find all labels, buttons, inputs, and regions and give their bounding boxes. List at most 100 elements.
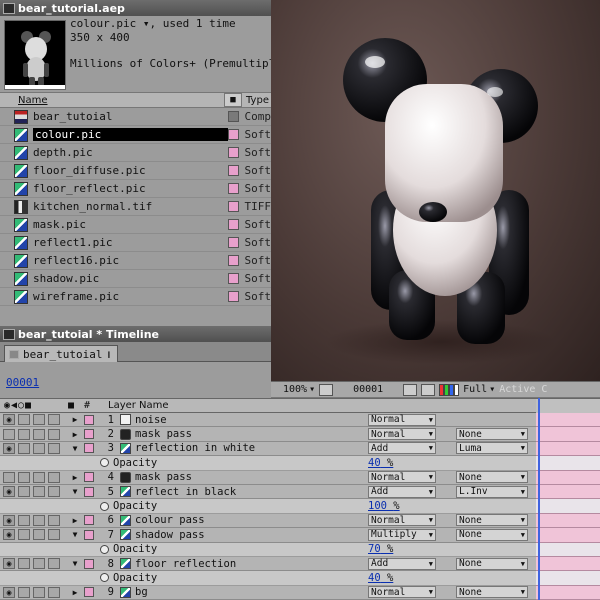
video-switch[interactable]	[3, 471, 15, 483]
triangle-right-icon[interactable]: ▶	[70, 415, 80, 424]
lock-switch[interactable]	[48, 514, 60, 526]
track-matte-dropdown[interactable]: L.Inv ▼	[456, 485, 528, 498]
eye-icon[interactable]: ◉	[3, 514, 15, 526]
audio-switch[interactable]	[18, 442, 30, 454]
resolution-dropdown[interactable]: Full ▾	[463, 384, 495, 395]
layer-row[interactable]: ◉ ▼ 5 reflect in black Add ▼ L.Inv ▼	[0, 484, 536, 500]
layer-name[interactable]: reflection in white	[135, 442, 355, 454]
property-track[interactable]	[536, 542, 600, 557]
layer-name[interactable]: noise	[135, 414, 355, 426]
layer-duration-bar[interactable]	[536, 528, 600, 543]
current-time-field[interactable]: 00001	[337, 384, 399, 395]
eye-icon[interactable]: ◉	[3, 414, 15, 426]
opacity-number[interactable]: 40	[368, 572, 381, 584]
track-matte-dropdown[interactable]: None ▼	[456, 428, 528, 441]
layer-name[interactable]: reflect in black	[135, 486, 355, 498]
opacity-number[interactable]: 100	[368, 500, 387, 512]
label-color-swatch[interactable]	[227, 129, 239, 140]
label-color-swatch[interactable]	[227, 273, 239, 284]
audio-switch[interactable]	[18, 414, 30, 426]
lock-switch[interactable]	[48, 442, 60, 454]
project-item[interactable]: reflect16.pic Soft	[0, 252, 271, 270]
audio-switch[interactable]	[18, 558, 30, 570]
opacity-value[interactable]: 70 %	[368, 543, 393, 555]
layer-duration-bar[interactable]	[536, 413, 600, 428]
layer-duration-bar[interactable]	[536, 470, 600, 485]
time-ruler[interactable]	[536, 398, 600, 413]
eye-icon[interactable]: ◉	[3, 442, 15, 454]
stopwatch-icon[interactable]	[100, 458, 109, 468]
solo-switch[interactable]	[33, 428, 45, 440]
tab-bear-tutoial[interactable]: bear_tutoial ❙	[4, 345, 119, 362]
layer-row[interactable]: ◉ ▶ 6 colour pass Normal ▼ None ▼	[0, 513, 536, 529]
track-matte-dropdown[interactable]: None ▼	[456, 514, 528, 527]
triangle-down-icon[interactable]: ▼	[70, 487, 80, 496]
project-item[interactable]: mask.pic Soft	[0, 216, 271, 234]
close-icon[interactable]: ❙	[106, 350, 111, 359]
layer-row[interactable]: ◉ ▼ 3 reflection in white Add ▼ Luma ▼	[0, 441, 536, 457]
project-item[interactable]: kitchen_normal.tif TIFF	[0, 198, 271, 216]
blend-mode-dropdown[interactable]: Normal ▼	[368, 471, 436, 484]
stopwatch-icon[interactable]	[100, 501, 109, 511]
type-column-header[interactable]: Type	[246, 95, 269, 106]
opacity-number[interactable]: 70	[368, 543, 381, 555]
blend-mode-dropdown[interactable]: Normal ▼	[368, 586, 436, 599]
lock-switch[interactable]	[48, 428, 60, 440]
project-titlebar[interactable]: bear_tutorial.aep	[0, 0, 271, 16]
layer-duration-bar[interactable]	[536, 556, 600, 572]
audio-switch[interactable]	[18, 428, 30, 440]
project-item[interactable]: wireframe.pic Soft	[0, 288, 271, 306]
eye-icon[interactable]: ◉	[3, 586, 15, 598]
label-color-swatch[interactable]	[227, 147, 239, 158]
timeline-current-time[interactable]: 00001	[6, 376, 39, 389]
triangle-right-icon[interactable]: ▶	[70, 516, 80, 525]
track-matte-dropdown[interactable]: None ▼	[456, 586, 528, 599]
label-color-swatch[interactable]	[227, 183, 239, 194]
triangle-right-icon[interactable]: ▶	[70, 588, 80, 597]
layer-row[interactable]: ▶ 4 mask pass Normal ▼ None ▼	[0, 470, 536, 485]
audio-switch[interactable]	[18, 529, 30, 541]
layer-row[interactable]: ◉ ▼ 7 shadow pass Multiply ▼ None ▼	[0, 528, 536, 543]
project-item[interactable]: bear_tutoial Comp	[0, 108, 271, 126]
lock-switch[interactable]	[48, 558, 60, 570]
layer-duration-bar[interactable]	[536, 585, 600, 600]
label-column-icon[interactable]: ■	[68, 400, 84, 411]
layer-name-column-header[interactable]: Layer Name	[108, 400, 169, 411]
property-track[interactable]	[536, 571, 600, 586]
layer-name[interactable]: bg	[135, 586, 355, 598]
label-color-swatch[interactable]	[227, 255, 239, 266]
opacity-value[interactable]: 40 %	[368, 457, 393, 469]
triangle-down-icon[interactable]: ▼	[70, 530, 80, 539]
eye-icon[interactable]: ◉	[3, 529, 15, 541]
lock-switch[interactable]	[48, 414, 60, 426]
layer-duration-bar[interactable]	[536, 441, 600, 457]
project-item[interactable]: floor_diffuse.pic Soft	[0, 162, 271, 180]
layer-duration-bar[interactable]	[536, 484, 600, 500]
label-color-swatch[interactable]	[84, 486, 94, 497]
lock-switch[interactable]	[48, 471, 60, 483]
label-column-icon[interactable]: ■	[224, 93, 242, 107]
project-item[interactable]: depth.pic Soft	[0, 144, 271, 162]
blend-mode-dropdown[interactable]: Add ▼	[368, 485, 436, 498]
label-color-swatch[interactable]	[227, 111, 239, 122]
layer-duration-bar[interactable]	[536, 427, 600, 442]
opacity-number[interactable]: 40	[368, 457, 381, 469]
show-snapshot-icon[interactable]	[421, 383, 436, 396]
opacity-value[interactable]: 40 %	[368, 572, 393, 584]
project-item[interactable]: floor_reflect.pic Soft	[0, 180, 271, 198]
layer-name[interactable]: shadow pass	[135, 529, 355, 541]
audio-switch[interactable]	[18, 471, 30, 483]
label-color-swatch[interactable]	[84, 558, 94, 569]
preview-footage-name[interactable]: colour.pic ▾, used 1 time	[70, 17, 295, 31]
solo-switch[interactable]	[33, 486, 45, 498]
solo-switch[interactable]	[33, 529, 45, 541]
layer-name[interactable]: mask pass	[135, 428, 355, 440]
timeline-titlebar[interactable]: bear_tutoial * Timeline	[0, 326, 271, 342]
project-item[interactable]: shadow.pic Soft	[0, 270, 271, 288]
label-color-swatch[interactable]	[227, 219, 239, 230]
audio-switch[interactable]	[18, 586, 30, 598]
triangle-down-icon[interactable]: ▼	[70, 559, 80, 568]
layer-name[interactable]: colour pass	[135, 514, 355, 526]
label-color-swatch[interactable]	[84, 515, 94, 526]
blend-mode-dropdown[interactable]: Add ▼	[368, 557, 436, 570]
